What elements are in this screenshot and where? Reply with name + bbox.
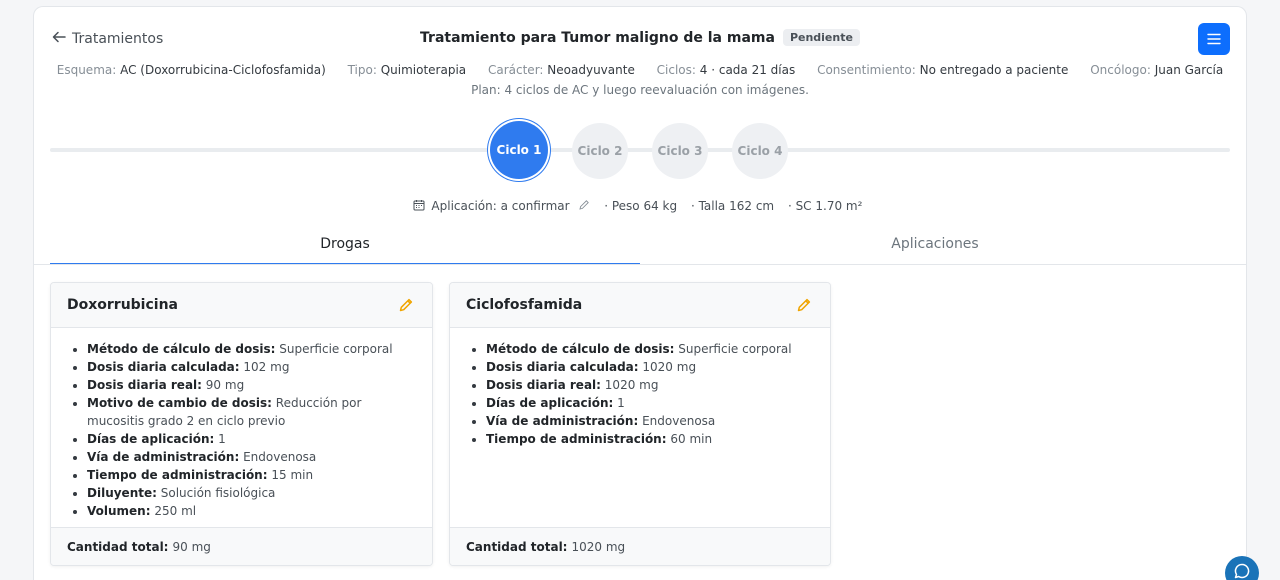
treatment-plan: Plan: 4 ciclos de AC y luego reevaluació… — [471, 83, 809, 97]
meta-character: Carácter: Neoadyuvante — [487, 63, 635, 77]
edit-date-icon[interactable] — [575, 199, 595, 213]
drug-detail-item: Motivo de cambio de dosis: Reducción por… — [67, 394, 416, 430]
application-date: Aplicación: a confirmar — [431, 199, 570, 213]
meta-scheme: Esquema: AC (Doxorrubicina-Ciclofosfamid… — [56, 63, 326, 77]
meta-oncologist: Oncólogo: Juan García — [1090, 63, 1224, 77]
drug-detail-item: Vía de administración: Endovenosa — [466, 412, 814, 430]
cycle-step-2[interactable]: Ciclo 2 — [572, 123, 628, 179]
patient-height: · Talla 162 cm — [690, 199, 775, 213]
drug-name: Doxorrubicina — [67, 297, 178, 313]
body-surface-area: · SC 1.70 m² — [787, 199, 863, 213]
drug-detail-item: Método de cálculo de dosis: Superficie c… — [466, 340, 814, 358]
menu-button[interactable] — [1198, 23, 1230, 55]
treatment-meta: Esquema: AC (Doxorrubicina-Ciclofosfamid… — [34, 63, 1246, 77]
cycle-step-3[interactable]: Ciclo 3 — [652, 123, 708, 179]
drug-card-header: Ciclofosfamida — [450, 283, 830, 328]
chat-button[interactable] — [1225, 556, 1259, 580]
drug-detail-item: Dosis diaria calculada: 102 mg — [67, 358, 416, 376]
drug-total: Cantidad total: 90 mg — [51, 527, 432, 565]
drug-total: Cantidad total: 1020 mg — [450, 527, 830, 565]
drug-detail-item: Días de aplicación: 1 — [67, 430, 416, 448]
drug-detail-item: Tiempo de administración: 15 min — [67, 466, 416, 484]
drug-details: Método de cálculo de dosis: Superficie c… — [51, 328, 432, 528]
tab-aplicaciones[interactable]: Aplicaciones — [640, 229, 1230, 265]
chat-bubble-icon — [1233, 562, 1251, 580]
patient-weight: · Peso 64 kg — [604, 199, 678, 213]
treatment-panel: Tratamientos Tratamiento para Tumor mali… — [33, 6, 1247, 580]
page-title: Tratamiento para Tumor maligno de la mam… — [420, 30, 775, 46]
drug-detail-item: Diluyente: Solución fisiológica — [67, 484, 416, 502]
cycle-stepper: Ciclo 1 Ciclo 2 Ciclo 3 Ciclo 4 — [34, 121, 1246, 181]
meta-consent: Consentimiento: No entregado a paciente — [817, 63, 1069, 77]
drug-card: Ciclofosfamida Método de cálculo de dosi… — [449, 282, 831, 566]
cycle-step-4[interactable]: Ciclo 4 — [732, 123, 788, 179]
page-header: Tratamiento para Tumor maligno de la mam… — [34, 29, 1246, 46]
calendar-icon — [413, 199, 429, 213]
tabs: Drogas Aplicaciones — [50, 229, 1230, 265]
meta-cycles: Ciclos: 4 · cada 21 días — [656, 63, 796, 77]
cycle-info: Aplicación: a confirmar · Peso 64 kg · T… — [34, 199, 1246, 213]
drug-card: Doxorrubicina Método de cálculo de dosis… — [50, 282, 433, 566]
hamburger-icon — [1207, 33, 1221, 45]
tab-drogas[interactable]: Drogas — [50, 229, 640, 265]
drug-detail-item: Dosis diaria real: 1020 mg — [466, 376, 814, 394]
cycle-step-1[interactable]: Ciclo 1 — [490, 121, 548, 179]
tabs-divider — [34, 264, 1246, 265]
meta-type: Tipo: Quimioterapia — [347, 63, 467, 77]
drug-detail-item: Dosis diaria real: 90 mg — [67, 376, 416, 394]
drug-detail-item: Vía de administración: Endovenosa — [67, 448, 416, 466]
drug-details: Método de cálculo de dosis: Superficie c… — [450, 328, 830, 528]
drug-card-header: Doxorrubicina — [51, 283, 432, 328]
drug-detail-item: Método de cálculo de dosis: Superficie c… — [67, 340, 416, 358]
drug-detail-item: Dosis diaria calculada: 1020 mg — [466, 358, 814, 376]
edit-pencil-icon[interactable] — [796, 297, 812, 313]
edit-pencil-icon[interactable] — [398, 297, 414, 313]
drug-detail-item: Tiempo de administración: 60 min — [466, 430, 814, 448]
status-badge: Pendiente — [782, 29, 860, 46]
drug-detail-item: Días de aplicación: 1 — [466, 394, 814, 412]
drug-name: Ciclofosfamida — [466, 297, 583, 313]
drug-detail-item: Volumen: 250 ml — [67, 502, 416, 520]
